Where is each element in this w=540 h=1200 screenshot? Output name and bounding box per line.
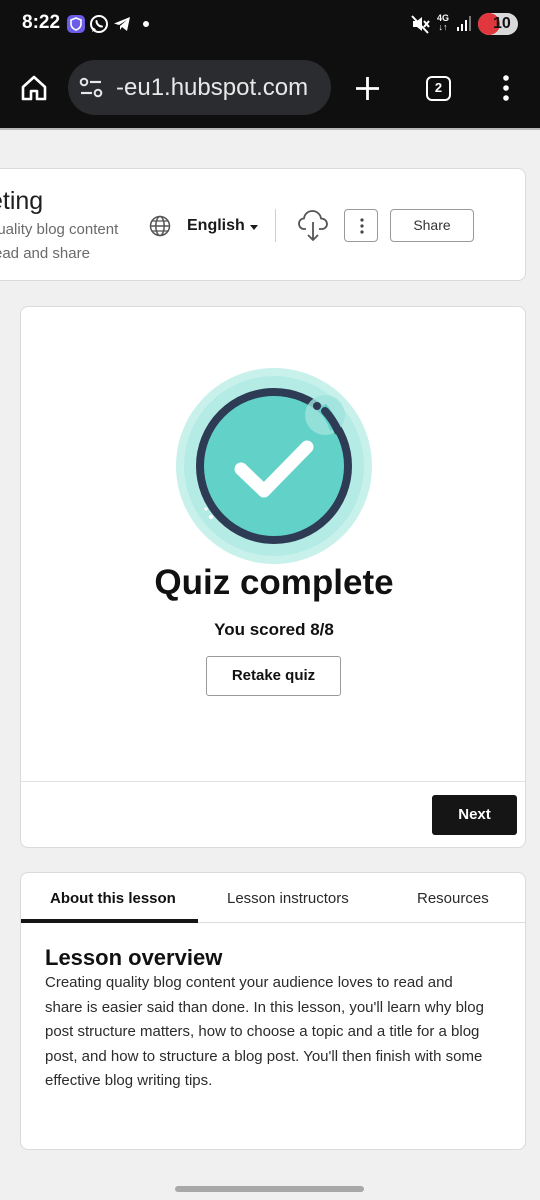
status-bar: 8:22 4G ↓↑ 10 (0, 0, 540, 50)
kebab-icon (360, 218, 364, 234)
lesson-details-card: About this lesson Lesson instructors Res… (20, 872, 526, 1150)
notification-dot-icon (143, 21, 149, 27)
lesson-overview-title: Lesson overview (45, 945, 223, 970)
url-text[interactable]: -eu1.hubspot.com (116, 74, 308, 102)
share-button[interactable]: Share (390, 209, 474, 242)
vpn-shield-icon (67, 15, 85, 33)
network-type: 4G ↓↑ (437, 13, 450, 32)
new-tab-icon[interactable] (354, 75, 381, 102)
quiz-complete-check-icon (176, 368, 372, 564)
overview-line: effective blog writing tips. (45, 1072, 213, 1089)
tab-resources[interactable]: Resources (417, 890, 489, 907)
more-options-icon[interactable] (500, 74, 512, 102)
address-bar[interactable]: -eu1.hubspot.com (68, 60, 331, 115)
overview-line: share is easier said than done. In this … (45, 998, 484, 1016)
quiz-result-card: Quiz complete You scored 8/8 Retake quiz… (20, 306, 526, 848)
tab-switcher-button[interactable]: 2 (426, 76, 451, 101)
language-selector[interactable]: English (149, 215, 258, 237)
caret-down-icon (249, 224, 258, 230)
lesson-subtitle-line1: quality blog content (0, 221, 119, 238)
lesson-overview-text: Creating quality blog content your audie… (45, 971, 505, 1094)
tab-lesson-instructors[interactable]: Lesson instructors (227, 890, 349, 907)
network-type-label: 4G (437, 13, 450, 23)
retake-quiz-button[interactable]: Retake quiz (206, 656, 341, 696)
overview-line: post, and how to structure a blog post. … (45, 1047, 483, 1065)
overview-line: Creating quality blog content your audie… (45, 974, 453, 991)
battery-level: 10 (493, 15, 511, 32)
download-cloud-icon[interactable] (298, 209, 328, 243)
home-icon[interactable] (20, 74, 48, 102)
language-label[interactable]: English (187, 217, 245, 235)
battery-indicator: 10 (478, 13, 518, 35)
mute-icon (411, 15, 430, 34)
toolbar-divider (0, 128, 540, 130)
signal-icon (457, 16, 471, 31)
lesson-header-card: eting quality blog content read and shar… (0, 168, 526, 281)
tab-about-this-lesson[interactable]: About this lesson (50, 890, 176, 907)
more-actions-button[interactable] (344, 209, 378, 242)
gesture-navigation-bar[interactable] (175, 1186, 364, 1192)
browser-toolbar: -eu1.hubspot.com 2 (0, 50, 540, 128)
overview-line: post structure matters, how to choose a … (45, 1023, 480, 1040)
quiz-complete-title: Quiz complete (154, 563, 394, 602)
whatsapp-icon (90, 15, 108, 33)
quiz-footer-divider (21, 781, 525, 782)
lesson-title: eting (0, 187, 44, 215)
globe-icon (149, 215, 171, 237)
active-tab-indicator (21, 919, 198, 923)
lesson-subtitle-line2: read and share (0, 245, 90, 262)
site-settings-icon[interactable] (79, 77, 103, 99)
quiz-score: You scored 8/8 (214, 620, 334, 639)
status-time: 8:22 (22, 12, 61, 33)
next-button[interactable]: Next (432, 795, 517, 835)
header-divider (275, 209, 276, 242)
telegram-icon (114, 17, 130, 31)
